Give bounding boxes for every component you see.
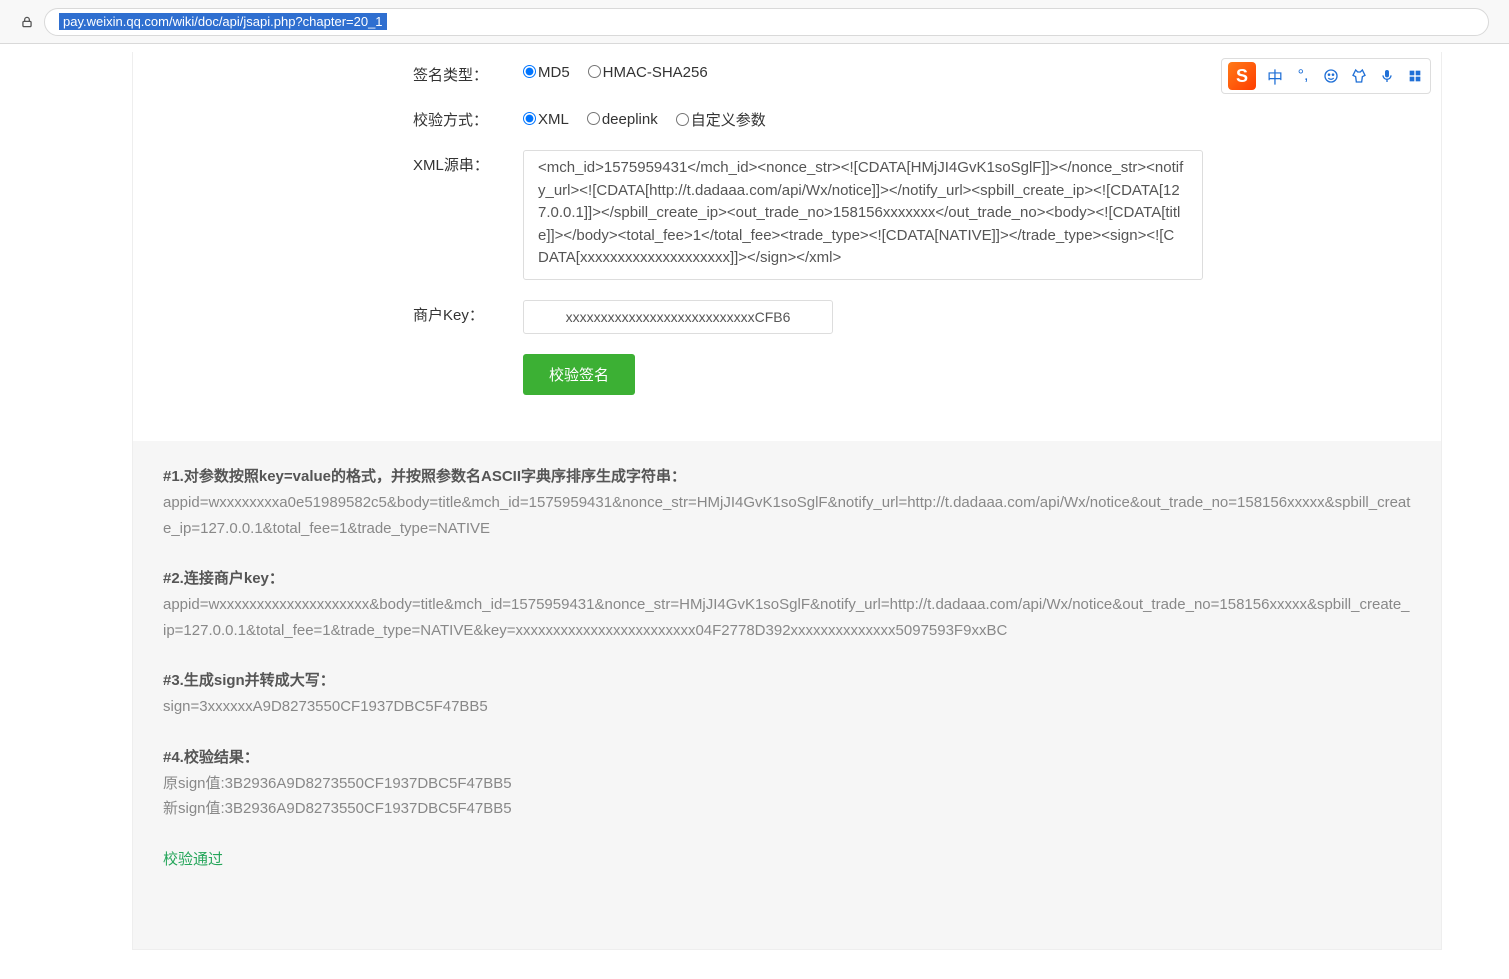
row-submit: 校验签名 — [413, 354, 1411, 395]
verify-button[interactable]: 校验签名 — [523, 354, 635, 395]
result-area: #1.对参数按照key=value的格式，并按照参数名ASCII字典序排序生成字… — [133, 441, 1441, 949]
xml-textarea[interactable] — [523, 150, 1203, 280]
step4-body-a: 原sign值:3B2936A9D8273550CF1937DBC5F47BB5 — [163, 771, 1411, 797]
verify-pass-text: 校验通过 — [163, 848, 1411, 869]
grid-icon[interactable] — [1406, 67, 1424, 85]
label-key: 商户Key： — [413, 300, 523, 325]
radio-xml[interactable]: XML — [523, 111, 569, 128]
mic-icon[interactable] — [1378, 67, 1396, 85]
radio-hmac[interactable]: HMAC-SHA256 — [588, 64, 708, 81]
radio-md5[interactable]: MD5 — [523, 64, 570, 81]
step3-body: sign=3xxxxxxA9D8273550CF1937DBC5F47BB5 — [163, 694, 1411, 720]
step3-title: #3.生成sign并转成大写： — [163, 669, 1411, 690]
label-verify-mode: 校验方式： — [413, 105, 523, 130]
ime-toolbar: S 中 °, — [1221, 58, 1431, 94]
url-field[interactable]: pay.weixin.qq.com/wiki/doc/api/jsapi.php… — [44, 8, 1489, 36]
cn-mode-icon[interactable]: 中 — [1266, 67, 1284, 85]
label-sign-type: 签名类型： — [413, 60, 523, 85]
radio-custom[interactable]: 自定义参数 — [676, 109, 766, 130]
step2-title: #2.连接商户key： — [163, 567, 1411, 588]
row-key: 商户Key： — [413, 300, 1411, 334]
verify-mode-group: XML deeplink 自定义参数 — [523, 105, 776, 130]
punct-icon[interactable]: °, — [1294, 67, 1312, 85]
emoji-icon[interactable] — [1322, 67, 1340, 85]
form-area: 签名类型： MD5 HMAC-SHA256 校验方式： XML deeplink… — [133, 52, 1441, 441]
sogou-logo-icon[interactable]: S — [1228, 62, 1256, 90]
lock-icon — [20, 15, 34, 29]
browser-address-bar: pay.weixin.qq.com/wiki/doc/api/jsapi.php… — [0, 0, 1509, 44]
merchant-key-input[interactable] — [523, 300, 833, 334]
step2-body: appid=wxxxxxxxxxxxxxxxxxxxx&body=title&m… — [163, 592, 1411, 643]
step1-title: #1.对参数按照key=value的格式，并按照参数名ASCII字典序排序生成字… — [163, 465, 1411, 486]
step4-body-b: 新sign值:3B2936A9D8273550CF1937DBC5F47BB5 — [163, 796, 1411, 822]
step1-body: appid=wxxxxxxxxa0e51989582c5&body=title&… — [163, 490, 1411, 541]
label-xml: XML源串： — [413, 150, 523, 175]
row-xml: XML源串： — [413, 150, 1411, 280]
content-card: S 中 °, 签名类型： MD5 HMAC-SHA256 — [132, 52, 1442, 950]
step4-title: #4.校验结果： — [163, 746, 1411, 767]
sign-type-group: MD5 HMAC-SHA256 — [523, 60, 718, 81]
radio-deeplink[interactable]: deeplink — [587, 111, 658, 128]
url-text: pay.weixin.qq.com/wiki/doc/api/jsapi.php… — [59, 13, 387, 30]
row-verify-mode: 校验方式： XML deeplink 自定义参数 — [413, 105, 1411, 130]
skin-icon[interactable] — [1350, 67, 1368, 85]
